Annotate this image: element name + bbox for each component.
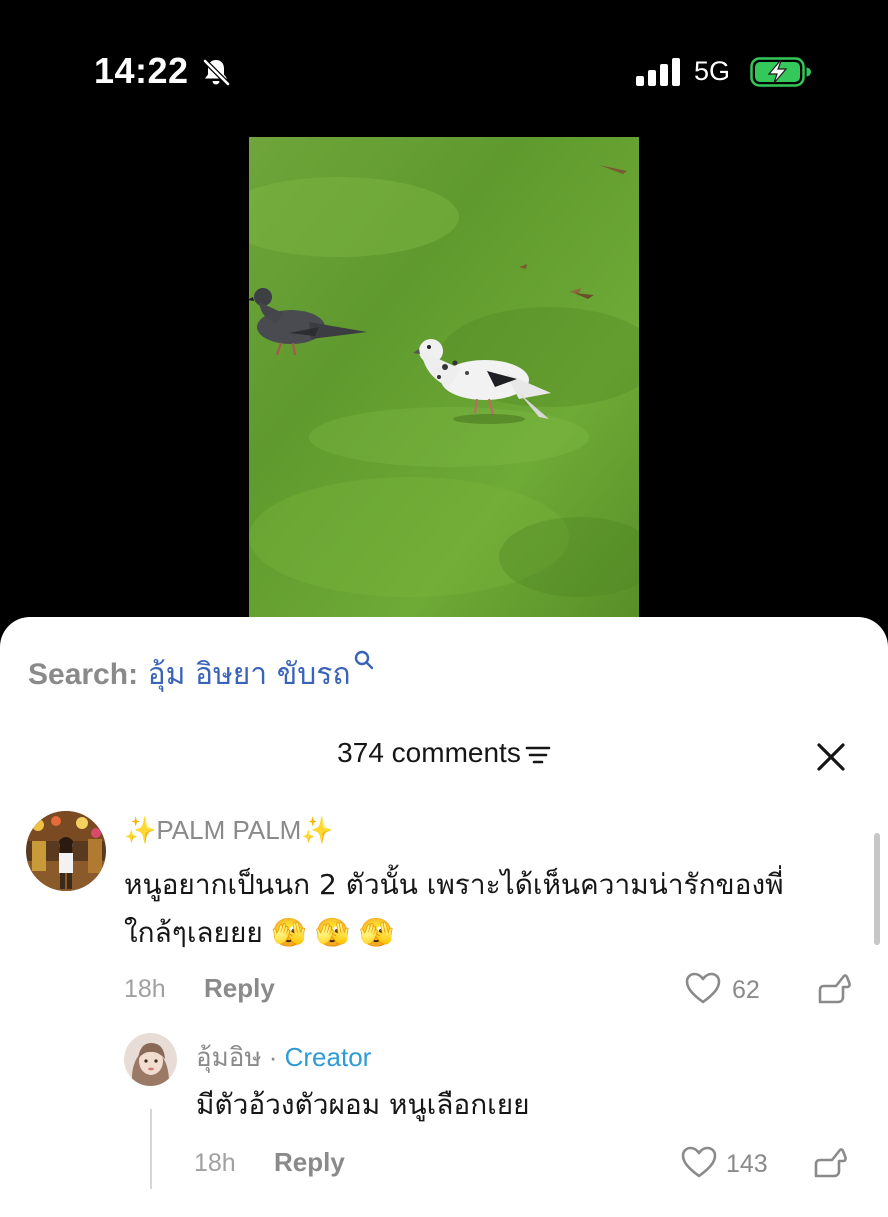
like-count: 143 <box>726 1150 768 1178</box>
thumbs-down-icon[interactable] <box>816 971 852 1007</box>
reply-username[interactable]: อุ้มอิษ <box>196 1042 262 1072</box>
reply-time: 18h <box>194 1149 236 1177</box>
thread-line <box>150 1109 152 1189</box>
video-player[interactable] <box>249 137 639 619</box>
battery-charging-icon <box>750 57 811 87</box>
thumbs-down-icon[interactable] <box>812 1145 848 1181</box>
search-suggestion[interactable]: Search: อุ้ม อิษยา ขับรถ <box>28 649 375 698</box>
status-time: 14:22 <box>94 50 189 91</box>
network-type: 5G <box>694 56 731 86</box>
sort-icon[interactable] <box>525 744 551 766</box>
scrollbar[interactable] <box>874 833 880 945</box>
separator-dot: · <box>261 1042 285 1072</box>
close-icon[interactable] <box>815 741 847 773</box>
avatar[interactable] <box>124 1033 177 1086</box>
cellular-signal-icon <box>636 58 680 86</box>
comment-username[interactable]: ✨PALM PALM✨ <box>124 815 334 846</box>
status-bar: 14:22 5G <box>0 0 888 130</box>
search-query[interactable]: อุ้ม อิษยา ขับรถ <box>148 657 351 692</box>
comments-sheet: Search: อุ้ม อิษยา ขับรถ 374 comments ✨P… <box>0 617 888 1217</box>
video-thumbnail <box>249 137 639 619</box>
bell-slash-icon <box>203 59 230 86</box>
heart-icon[interactable] <box>684 971 722 1005</box>
creator-badge: Creator <box>284 1042 372 1072</box>
search-label: Search: <box>28 658 139 691</box>
avatar[interactable] <box>26 811 106 891</box>
reply-username-row: อุ้มอิษ · Creator <box>196 1037 371 1078</box>
comment-time: 18h <box>124 975 166 1003</box>
heart-icon[interactable] <box>680 1145 718 1179</box>
comment-text-line: หนูอยากเป็นนก 2 ตัวนั้น เพราะได้เห็นความ… <box>124 868 784 901</box>
comments-header: 374 comments <box>0 737 888 769</box>
reply-button[interactable]: Reply <box>274 1147 345 1178</box>
comment-text-line: ใกล้ๆเลยยย 🫣 🫣 🫣 <box>124 916 395 949</box>
like-count: 62 <box>732 976 760 1004</box>
search-icon[interactable] <box>353 649 375 671</box>
reply-text: มีตัวอ้วงตัวผอม หนูเลือกเยย <box>196 1088 530 1121</box>
comments-count: 374 comments <box>337 737 521 768</box>
reply-button[interactable]: Reply <box>204 973 275 1004</box>
comment-text: หนูอยากเป็นนก 2 ตัวนั้น เพราะได้เห็นความ… <box>124 861 864 957</box>
